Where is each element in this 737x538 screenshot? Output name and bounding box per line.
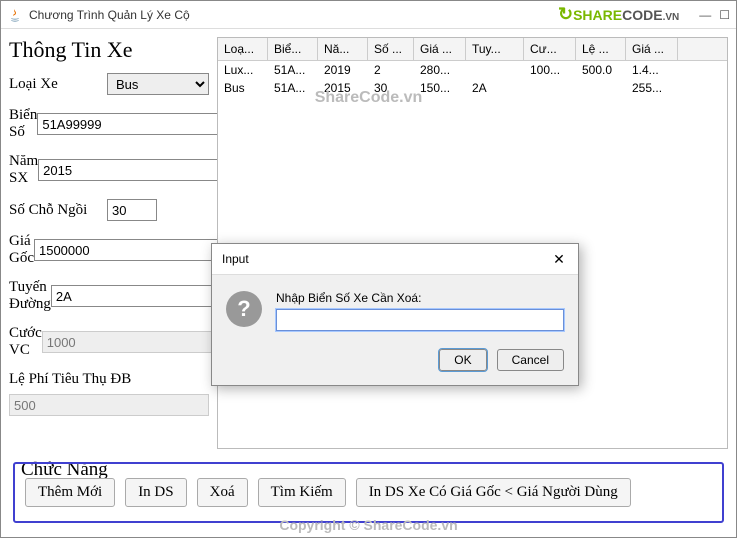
dialog-label: Nhập Biển Số Xe Cần Xoá: [276,291,564,305]
bien-so-input[interactable] [37,113,223,135]
tuyen-duong-label: Tuyến Đường [9,279,51,313]
in-ds-gia-button[interactable]: In DS Xe Có Giá Gốc < Giá Người Dùng [356,478,631,507]
ok-button[interactable]: OK [439,349,486,371]
form-panel: Thông Tin Xe Loại XeBus Biển Số Năm SX S… [9,37,209,449]
so-cho-label: Số Chỗ Ngồi [9,202,107,219]
tuyen-duong-input[interactable] [51,285,237,307]
maximize-icon[interactable]: ☐ [719,8,730,22]
le-phi-label: Lệ Phí Tiêu Thụ ĐB [9,371,209,388]
loai-xe-select[interactable]: Bus [107,73,209,95]
question-icon: ? [226,291,262,327]
table-row[interactable]: Bus51A...201530150...2A255... [218,79,727,97]
le-phi-input [9,394,209,416]
in-ds-button[interactable]: In DS [125,478,186,507]
cuoc-vc-input [42,331,228,353]
window-title: Chương Trình Quản Lý Xe Cộ [29,8,558,22]
cancel-button[interactable]: Cancel [497,349,564,371]
loai-xe-label: Loại Xe [9,76,107,93]
so-cho-input[interactable] [107,199,157,221]
table-row[interactable]: Lux...51A...20192280...100...500.01.4... [218,61,727,79]
dialog-title: Input [222,252,249,266]
form-title: Thông Tin Xe [9,37,209,63]
nam-sx-input[interactable] [38,159,224,181]
dialog-input[interactable] [276,309,564,331]
cuoc-vc-label: Cước VC [9,325,42,359]
minimize-icon[interactable]: — [699,8,711,22]
close-icon[interactable]: ✕ [550,250,568,268]
java-icon [7,7,23,23]
gia-goc-input[interactable] [34,239,220,261]
window-controls: — ☐ [699,8,730,22]
tim-kiem-button[interactable]: Tìm Kiếm [258,478,346,507]
button-bar: Thêm Mới In DS Xoá Tìm Kiếm In DS Xe Có … [13,462,724,523]
table-header: Loạ...Biể...Nă...Số ...Giá ...Tuy...Cư..… [218,38,727,61]
sharecode-logo: ↻SHARECODE.VN [558,4,679,25]
nam-sx-label: Năm SX [9,153,38,187]
xoa-button[interactable]: Xoá [197,478,248,507]
window-titlebar: Chương Trình Quản Lý Xe Cộ ↻SHARECODE.VN… [1,1,736,29]
them-moi-button[interactable]: Thêm Mới [25,478,115,507]
gia-goc-label: Giá Gốc [9,233,34,267]
bien-so-label: Biển Số [9,107,37,141]
input-dialog: Input ✕ ? Nhập Biển Số Xe Cần Xoá: OK Ca… [211,243,579,386]
